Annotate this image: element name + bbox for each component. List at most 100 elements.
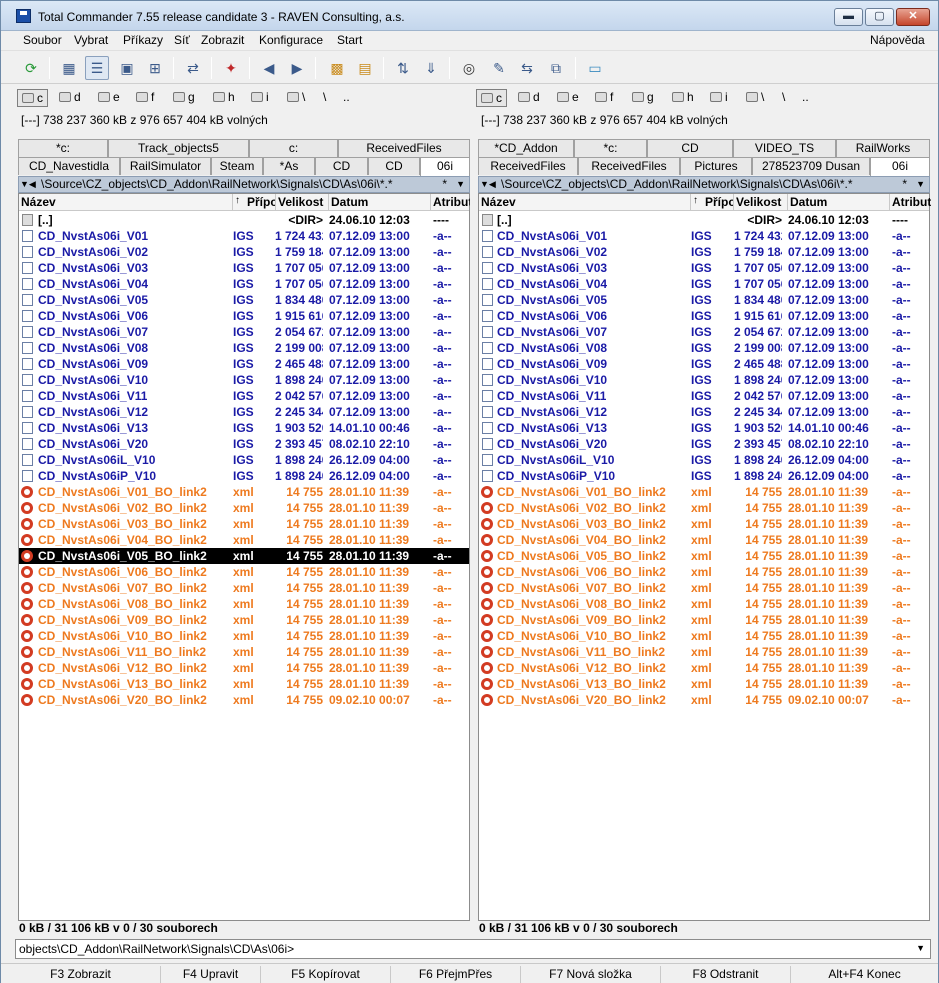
tab-right[interactable]: *CD_Addon — [478, 139, 574, 157]
full-view-icon[interactable]: ☰ — [85, 56, 109, 80]
tab-right[interactable]: ReceivedFiles — [478, 157, 578, 175]
table-row[interactable]: [..] <DIR> 24.06.10 12:03 ---- — [479, 212, 929, 228]
table-row[interactable]: CD_NvstAs06i_V01_BO_link2 xml 14 755 28.01.… — [19, 484, 469, 500]
multi-rename-icon[interactable]: ✎ — [487, 56, 511, 80]
compare-icon[interactable]: ⧉ — [544, 56, 568, 80]
table-row[interactable]: CD_NvstAs06i_V09_BO_link2 xml 14 755 28.01.… — [19, 612, 469, 628]
table-row[interactable]: CD_NvstAs06i_V20 IGS 2 393 457 08.02.10 22:… — [19, 436, 469, 452]
column-size[interactable]: Velikost — [734, 194, 788, 211]
drive-d[interactable]: d — [518, 89, 540, 107]
column-attr[interactable]: Atributy — [431, 194, 471, 211]
drive-e[interactable]: e — [98, 89, 120, 107]
menu-prikazy[interactable]: Příkazy — [123, 33, 163, 47]
tree-view-icon[interactable]: ⊞ — [143, 56, 167, 80]
table-row[interactable]: CD_NvstAs06i_V12 IGS 2 245 344 07.12.09 13:… — [479, 404, 929, 420]
table-row[interactable]: CD_NvstAs06i_V08_BO_link2 xml 14 755 28.01.… — [479, 596, 929, 612]
table-row[interactable]: CD_NvstAs06i_V03_BO_link2 xml 14 755 28.01.… — [19, 516, 469, 532]
favorites-star-icon[interactable]: * — [442, 177, 447, 192]
menu-zobrazit[interactable]: Zobrazit — [201, 33, 244, 47]
drive-parent[interactable]: .. — [343, 89, 350, 107]
left-file-panel[interactable]: Název Přípona Velikost Datum Atributy ↑ … — [18, 193, 471, 921]
menu-soubor[interactable]: Soubor — [23, 33, 62, 47]
notepad-icon[interactable]: ▭ — [583, 56, 607, 80]
table-row[interactable]: CD_NvstAs06i_V08 IGS 2 199 008 07.12.09 13:… — [19, 340, 469, 356]
tab-left[interactable]: Track_objects5 — [108, 139, 249, 157]
f5-copy-button[interactable]: F5 Kopírovat — [261, 966, 391, 983]
find-icon[interactable]: ◎ — [457, 56, 481, 80]
column-name[interactable]: Název — [479, 194, 691, 211]
tab-left[interactable]: *c: — [18, 139, 108, 157]
table-row[interactable]: CD_NvstAs06i_V10 IGS 1 898 240 07.12.09 13:… — [479, 372, 929, 388]
table-row[interactable]: CD_NvstAs06i_V02 IGS 1 759 184 07.12.09 13:… — [19, 244, 469, 260]
table-row[interactable]: CD_NvstAs06i_V11 IGS 2 042 576 07.12.09 13:… — [19, 388, 469, 404]
unpack-files-icon[interactable]: ▤ — [353, 56, 377, 80]
table-row[interactable]: CD_NvstAs06i_V03 IGS 1 707 056 07.12.09 13:… — [19, 260, 469, 276]
tab-right[interactable]: RailWorks — [836, 139, 930, 157]
drive-f[interactable]: f — [136, 89, 154, 107]
drive-network[interactable]: \ — [287, 89, 305, 107]
table-row[interactable]: CD_NvstAs06i_V06 IGS 1 915 616 07.12.09 13:… — [19, 308, 469, 324]
f8-delete-button[interactable]: F8 Odstranit — [661, 966, 791, 983]
history-dropdown-icon[interactable]: ▼◀ — [20, 177, 36, 192]
tab-right[interactable]: 278523709 Dusan — [752, 157, 870, 175]
tab-left[interactable]: RailSimulator — [120, 157, 211, 175]
pack-icon[interactable]: ✦ — [219, 56, 243, 80]
table-row[interactable]: CD_NvstAs06i_V11 IGS 2 042 576 07.12.09 13:… — [479, 388, 929, 404]
table-row[interactable]: CD_NvstAs06i_V01 IGS 1 724 432 07.12.09 13:… — [19, 228, 469, 244]
tab-right[interactable]: VIDEO_TS — [733, 139, 836, 157]
table-row[interactable]: CD_NvstAs06i_V09_BO_link2 xml 14 755 28.01.… — [479, 612, 929, 628]
column-date[interactable]: Datum — [788, 194, 890, 211]
refresh-icon[interactable]: ⟳ — [19, 56, 43, 80]
menu-konfigurace[interactable]: Konfigurace — [259, 33, 323, 47]
chevron-down-icon[interactable]: ▼ — [456, 177, 465, 192]
table-row[interactable]: CD_NvstAs06i_V08 IGS 2 199 008 07.12.09 13:… — [479, 340, 929, 356]
table-row[interactable]: CD_NvstAs06i_V08_BO_link2 xml 14 755 28.01.… — [19, 596, 469, 612]
f3-view-button[interactable]: F3 Zobrazit — [1, 966, 161, 983]
table-row[interactable]: CD_NvstAs06i_V13_BO_link2 xml 14 755 28.01.… — [19, 676, 469, 692]
table-row[interactable]: CD_NvstAs06iL_V10 IGS 1 898 240 26.12.09 04… — [19, 452, 469, 468]
table-row[interactable]: CD_NvstAs06i_V01_BO_link2 xml 14 755 28.01.… — [479, 484, 929, 500]
drive-root[interactable]: \ — [323, 89, 326, 107]
drive-parent[interactable]: .. — [802, 89, 809, 107]
tab-left[interactable]: *As — [263, 157, 315, 175]
tab-left[interactable]: Steam — [211, 157, 263, 175]
right-path-bar[interactable]: ▼◀ \Source\CZ_objects\CD_Addon\RailNetwo… — [478, 176, 930, 193]
sync-dirs-icon[interactable]: ⇆ — [515, 56, 539, 80]
table-row[interactable]: CD_NvstAs06i_V09 IGS 2 465 488 07.12.09 13:… — [19, 356, 469, 372]
command-input[interactable] — [326, 941, 916, 957]
drive-network[interactable]: \ — [746, 89, 764, 107]
tab-left[interactable]: ReceivedFiles — [338, 139, 470, 157]
table-row[interactable]: CD_NvstAs06i_V02 IGS 1 759 184 07.12.09 13:… — [479, 244, 929, 260]
maximize-button[interactable]: ▢ — [865, 8, 894, 26]
table-row[interactable]: CD_NvstAs06i_V20_BO_link2 xml 14 755 09.02.… — [19, 692, 469, 708]
panel-splitter[interactable] — [470, 191, 478, 937]
table-row[interactable]: CD_NvstAs06i_V07 IGS 2 054 672 07.12.09 13:… — [19, 324, 469, 340]
table-row[interactable]: CD_NvstAs06i_V03_BO_link2 xml 14 755 28.01.… — [479, 516, 929, 532]
table-row[interactable]: CD_NvstAs06i_V13 IGS 1 903 520 14.01.10 00:… — [479, 420, 929, 436]
back-icon[interactable]: ◀ — [257, 56, 281, 80]
table-row[interactable]: CD_NvstAs06i_V02_BO_link2 xml 14 755 28.01.… — [19, 500, 469, 516]
drive-f[interactable]: f — [595, 89, 613, 107]
table-row[interactable]: CD_NvstAs06i_V12 IGS 2 245 344 07.12.09 13:… — [19, 404, 469, 420]
table-row[interactable]: CD_NvstAs06i_V06 IGS 1 915 616 07.12.09 13:… — [479, 308, 929, 324]
tab-right-active[interactable]: 06i — [870, 157, 930, 176]
table-row[interactable]: CD_NvstAs06i_V07 IGS 2 054 672 07.12.09 13:… — [479, 324, 929, 340]
table-row[interactable]: CD_NvstAs06i_V05_BO_link2 xml 14 755 28.01.… — [19, 548, 469, 564]
brief-view-icon[interactable]: ▦ — [57, 56, 81, 80]
tab-right[interactable]: CD — [647, 139, 733, 157]
ftp-connect-icon[interactable]: ⇅ — [391, 56, 415, 80]
close-button[interactable]: ✕ — [896, 8, 930, 26]
table-row[interactable]: CD_NvstAs06i_V07_BO_link2 xml 14 755 28.01.… — [479, 580, 929, 596]
tab-left-active[interactable]: 06i — [420, 157, 470, 176]
forward-icon[interactable]: ▶ — [285, 56, 309, 80]
table-row[interactable]: CD_NvstAs06i_V05 IGS 1 834 480 07.12.09 13:… — [479, 292, 929, 308]
tab-left[interactable]: c: — [249, 139, 338, 157]
table-row[interactable]: CD_NvstAs06i_V06_BO_link2 xml 14 755 28.01.… — [479, 564, 929, 580]
table-row[interactable]: CD_NvstAs06i_V11_BO_link2 xml 14 755 28.01.… — [19, 644, 469, 660]
menu-vybrat[interactable]: Vybrat — [74, 33, 108, 47]
tab-right[interactable]: ReceivedFiles — [578, 157, 680, 175]
table-row[interactable]: CD_NvstAs06i_V05_BO_link2 xml 14 755 28.01.… — [479, 548, 929, 564]
menu-sit[interactable]: Síť — [174, 33, 190, 47]
drive-d[interactable]: d — [59, 89, 81, 107]
minimize-button[interactable]: ▬ — [834, 8, 863, 26]
